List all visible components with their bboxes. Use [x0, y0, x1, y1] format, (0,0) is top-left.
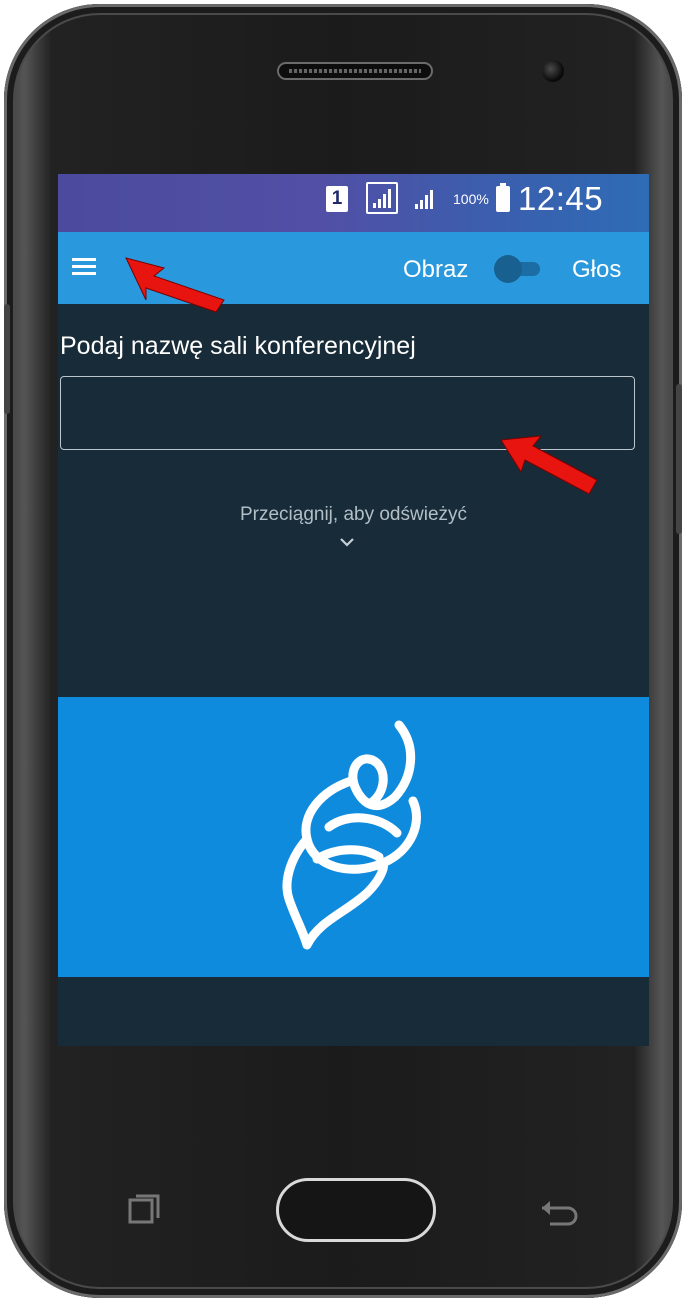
red-arrow-annotation [500, 435, 598, 495]
battery-icon [496, 183, 510, 212]
room-name-prompt: Podaj nazwę sali konferencyjnej [60, 332, 416, 360]
status-bar: 1 100% 12:45 [58, 174, 649, 232]
chevron-down-icon [340, 538, 354, 547]
recent-apps-icon[interactable] [126, 1192, 162, 1226]
battery-percentage: 100% [453, 191, 489, 207]
earpiece-speaker [279, 64, 431, 78]
jitsi-logo-icon [282, 720, 421, 950]
phone-frame: 1 100% 12:45 Obraz Głos Podaj nazwę sali… [4, 4, 682, 1298]
signal-strength-icon [410, 184, 438, 212]
audio-label: Głos [572, 256, 622, 283]
home-button[interactable] [276, 1178, 436, 1242]
signal-strength-icon [366, 182, 398, 214]
audio-video-toggle[interactable] [494, 255, 546, 283]
power-button [676, 384, 682, 534]
volume-button [4, 304, 10, 414]
toggle-thumb [494, 255, 522, 283]
sim-icon: 1 [326, 186, 348, 212]
clock: 12:45 [518, 180, 604, 217]
hamburger-menu-icon[interactable] [68, 254, 102, 284]
red-arrow-annotation [125, 257, 225, 313]
pull-to-refresh-hint: Przeciągnij, aby odświeżyć [239, 504, 468, 525]
jitsi-banner [58, 697, 649, 977]
front-camera [542, 60, 564, 82]
back-icon[interactable] [536, 1194, 580, 1228]
video-label: Obraz [403, 256, 469, 283]
